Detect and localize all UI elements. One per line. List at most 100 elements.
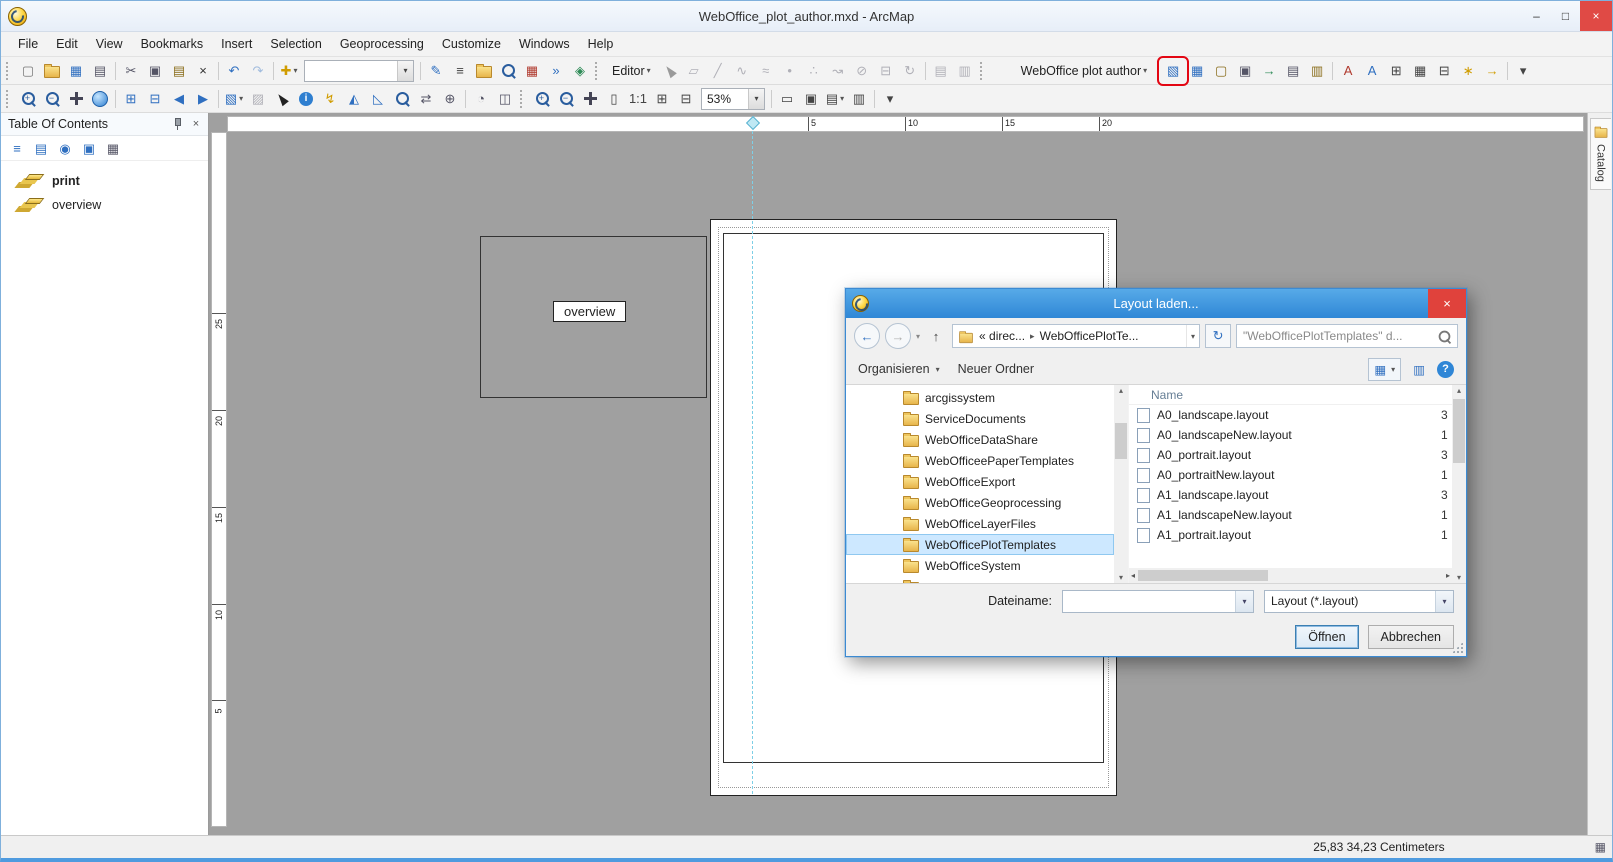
layout-guide[interactable]	[752, 131, 753, 794]
editor-toolbar-toggle-icon[interactable]: ✎	[424, 60, 448, 82]
reshape-feature-tool-icon[interactable]: ↝	[826, 60, 850, 82]
export-plot-template-icon[interactable]: →	[1257, 60, 1281, 82]
list-by-drawing-order-icon[interactable]: ≡	[6, 138, 28, 158]
file-scroll-thumb[interactable]	[1453, 399, 1465, 463]
menu-customize[interactable]: Customize	[433, 34, 510, 54]
new-plot-template-icon[interactable]: ▢	[1209, 60, 1233, 82]
copy-plot-template-icon[interactable]: ▣	[1233, 60, 1257, 82]
dialog-close-button[interactable]: ×	[1428, 289, 1466, 318]
package-plot-template-icon[interactable]: ▥	[1305, 60, 1329, 82]
recent-locations-dropdown-icon[interactable]: ▾	[916, 332, 920, 341]
cancel-button[interactable]: Abbrechen	[1368, 625, 1454, 649]
print-plot-template-icon[interactable]: ▤	[1281, 60, 1305, 82]
toc-close-icon[interactable]: ×	[188, 116, 204, 132]
arctoolbox-window-icon[interactable]: ▦	[520, 60, 544, 82]
folder-row[interactable]: WebOfficeGeoprocessing	[846, 492, 1114, 513]
layout-zoom-100-icon[interactable]: 1:1	[626, 88, 650, 110]
editor-menu[interactable]: Editor▾	[605, 60, 658, 82]
back-button[interactable]: ←	[854, 323, 880, 349]
merge-cells-tool-icon[interactable]: ⊟	[1432, 60, 1456, 82]
rotate-tool-icon[interactable]: ↻	[898, 60, 922, 82]
quick-action-tool-icon[interactable]: →	[1480, 60, 1504, 82]
fixed-zoom-in-icon[interactable]: ⊞	[119, 88, 143, 110]
file-row[interactable]: A0_landscape.layout3	[1129, 405, 1452, 425]
preview-pane-button[interactable]: ▥	[1409, 358, 1429, 381]
status-grid-icon[interactable]: ▦	[1595, 840, 1606, 854]
change-layout-icon[interactable]: ▤▾	[823, 88, 847, 110]
layout-fixed-zoom-in-icon[interactable]: ⊞	[650, 88, 674, 110]
select-elements-icon[interactable]	[270, 88, 294, 110]
scroll-left-icon[interactable]: ◂	[1131, 571, 1135, 580]
toc-item-overview[interactable]: overview	[1, 193, 208, 217]
save-layout-icon[interactable]: ▦	[1185, 60, 1209, 82]
clear-selected-features-icon[interactable]: ▨	[246, 88, 270, 110]
find-route-icon[interactable]: ⇄	[414, 88, 438, 110]
list-by-selection-icon[interactable]: ▣	[78, 138, 100, 158]
folder-row[interactable]: arcgissystem	[846, 387, 1114, 408]
filetype-dropdown-icon[interactable]: ▾	[1435, 591, 1453, 612]
layout-zoom-whole-page-icon[interactable]: ▯	[602, 88, 626, 110]
overview-data-frame[interactable]: overview	[480, 236, 707, 398]
file-row[interactable]: A1_portrait.layout1	[1129, 525, 1452, 545]
delete-icon[interactable]: ×	[191, 60, 215, 82]
attributes-window-icon[interactable]: ▤	[929, 60, 953, 82]
folder-row[interactable]: WebOfficeSystem	[846, 555, 1114, 576]
hscroll-thumb[interactable]	[1138, 570, 1268, 581]
map-scale-combo[interactable]: ▾	[304, 60, 414, 82]
html-popup-icon[interactable]: ◭	[342, 88, 366, 110]
folder-row[interactable]: WebOfficeLayerFiles	[846, 513, 1114, 534]
search-box[interactable]: "WebOfficePlotTemplates" d...	[1236, 324, 1458, 348]
trace-tool-icon[interactable]: ≈	[754, 60, 778, 82]
help-button[interactable]: ?	[1437, 361, 1454, 378]
menu-edit[interactable]: Edit	[47, 34, 87, 54]
file-row[interactable]: A0_portrait.layout3	[1129, 445, 1452, 465]
label-element-tool-icon[interactable]: A	[1360, 60, 1384, 82]
identify-icon[interactable]	[294, 88, 318, 110]
filetype-select[interactable]: Layout (*.layout) ▾	[1264, 590, 1454, 613]
load-layout-icon[interactable]: ▧	[1161, 60, 1185, 82]
zoom-in-icon[interactable]: +	[16, 88, 40, 110]
table-of-contents-window-icon[interactable]: ≡	[448, 60, 472, 82]
menu-selection[interactable]: Selection	[261, 34, 330, 54]
redo-icon[interactable]: ↷	[246, 60, 270, 82]
paste-icon[interactable]: ▤	[167, 60, 191, 82]
endpoint-arc-tool-icon[interactable]: ∿	[730, 60, 754, 82]
file-list-hscrollbar[interactable]: ◂ ▸	[1129, 568, 1452, 583]
layout-zoom-out-icon[interactable]: −	[554, 88, 578, 110]
straight-segment-tool-icon[interactable]: ╱	[706, 60, 730, 82]
cut-polygons-tool-icon[interactable]: ⊘	[850, 60, 874, 82]
toolbar-grip[interactable]	[595, 62, 601, 80]
save-icon[interactable]: ▦	[64, 60, 88, 82]
layout-zoom-in-icon[interactable]: +	[530, 88, 554, 110]
address-breadcrumb[interactable]: « direc... ▸ WebOfficePlotTe... ▾	[952, 324, 1200, 348]
vertical-ruler[interactable]: 252015105	[211, 132, 227, 827]
python-window-icon[interactable]: »	[544, 60, 568, 82]
menu-geoprocessing[interactable]: Geoprocessing	[331, 34, 433, 54]
fixed-zoom-out-icon[interactable]: ⊟	[143, 88, 167, 110]
tree-scrollbar[interactable]: ▴ ▾	[1114, 385, 1128, 583]
close-button[interactable]: ×	[1580, 1, 1612, 31]
split-tool-icon[interactable]: ⊟	[874, 60, 898, 82]
combo-dropdown-icon[interactable]: ▾	[397, 61, 413, 81]
new-document-icon[interactable]: ▢	[16, 60, 40, 82]
toolbar-grip[interactable]	[6, 62, 12, 80]
menu-help[interactable]: Help	[579, 34, 623, 54]
tree-scroll-thumb[interactable]	[1115, 423, 1127, 459]
table-grid-tool-icon[interactable]: ▦	[1408, 60, 1432, 82]
time-slider-icon[interactable]: ◔	[469, 88, 493, 110]
pan-icon[interactable]	[64, 88, 88, 110]
zoom-out-icon[interactable]: −	[40, 88, 64, 110]
filename-dropdown-icon[interactable]: ▾	[1235, 591, 1253, 612]
refresh-button[interactable]: ↻	[1205, 324, 1231, 348]
file-row[interactable]: A0_portraitNew.layout1	[1129, 465, 1452, 485]
go-forward-extent-icon[interactable]: ▶	[191, 88, 215, 110]
open-document-icon[interactable]	[40, 60, 64, 82]
go-to-xy-icon[interactable]: ⊕	[438, 88, 462, 110]
file-row[interactable]: A1_landscape.layout3	[1129, 485, 1452, 505]
catalog-tab[interactable]: Catalog	[1590, 118, 1611, 190]
breadcrumb-current-folder[interactable]: WebOfficePlotTe...	[1040, 329, 1139, 343]
menu-insert[interactable]: Insert	[212, 34, 261, 54]
open-button[interactable]: Öffnen	[1295, 625, 1358, 649]
layout-zoom-combo[interactable]: 53%▾	[701, 88, 765, 110]
new-folder-button[interactable]: Neuer Ordner	[958, 362, 1034, 376]
